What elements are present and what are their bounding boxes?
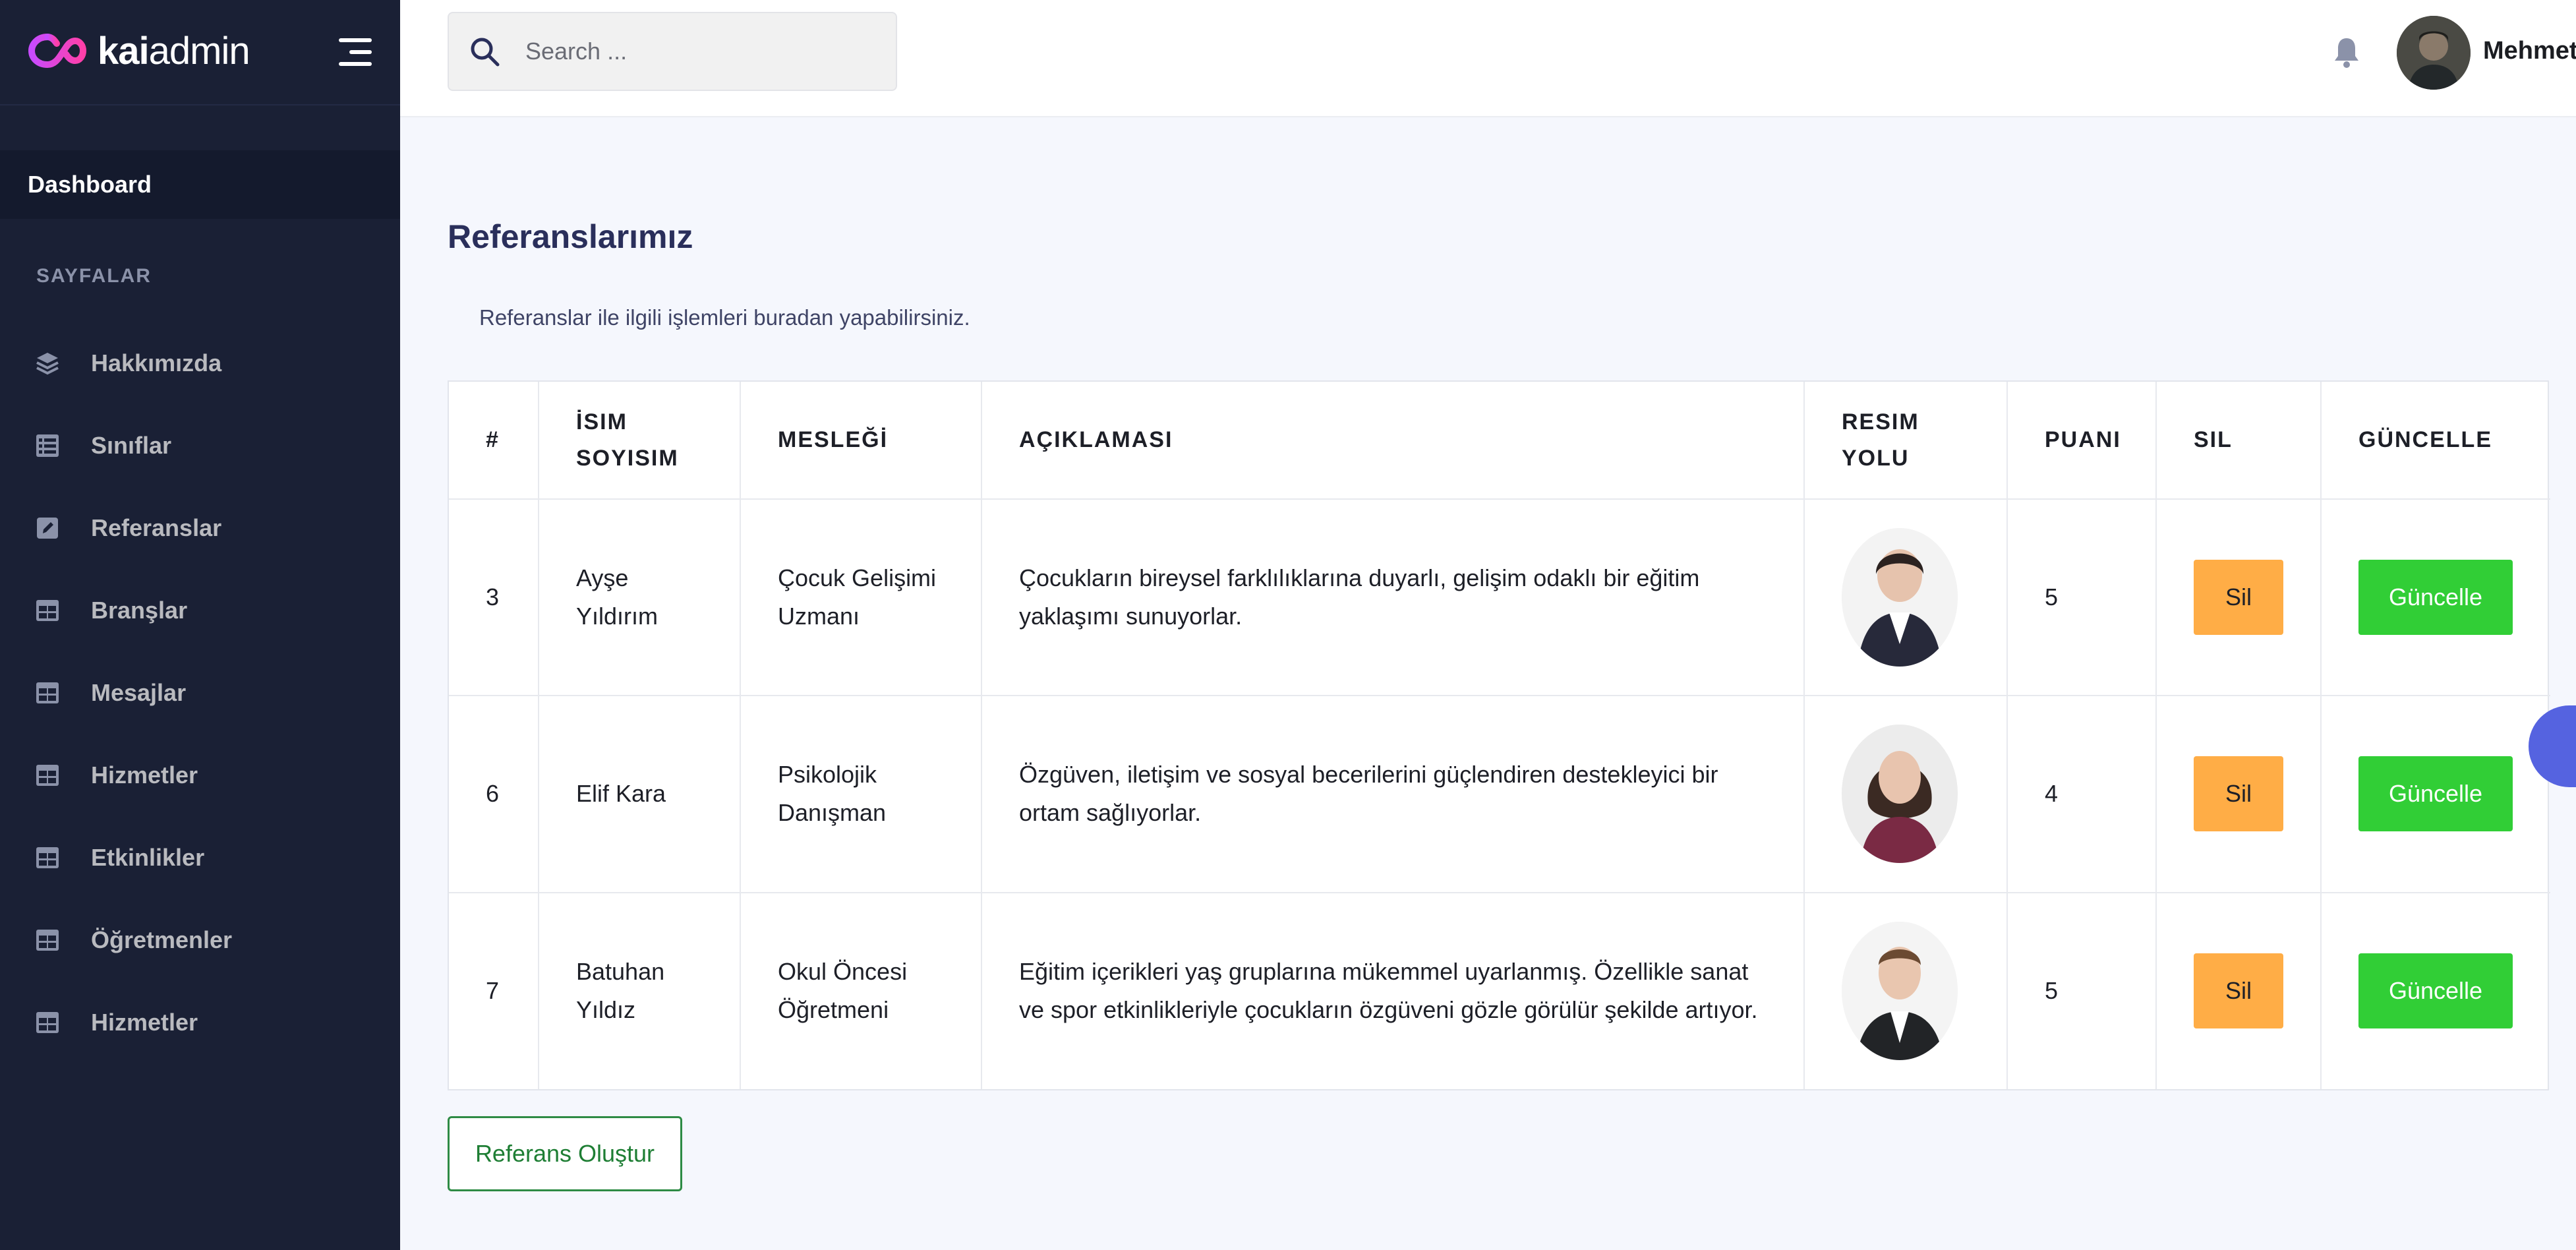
sidebar-item-label: Öğretmenler bbox=[91, 926, 233, 953]
sidebar-item-hakkimizda[interactable]: Hakkımızda bbox=[0, 322, 400, 404]
delete-button[interactable]: Sil bbox=[2194, 756, 2283, 832]
create-reference-button[interactable]: Referans Oluştur bbox=[448, 1116, 682, 1191]
column-header: # bbox=[449, 382, 539, 500]
reference-photo bbox=[1842, 922, 1958, 1061]
cell-delete: Sil bbox=[2156, 892, 2322, 1089]
table-list-icon bbox=[33, 431, 62, 460]
table-row: 3 Ayşe Yıldırım Çocuk Gelişimi Uzmanı Ço… bbox=[449, 499, 2550, 697]
page-description: Referanslar ile ilgili işlemleri buradan… bbox=[479, 305, 970, 330]
kaiadmin-logo-icon bbox=[28, 34, 87, 69]
table-header-row: # İSIM SOYISIM MESLEĞİ AÇIKLAMASI RESIM … bbox=[449, 382, 2550, 500]
column-header: MESLEĞİ bbox=[740, 382, 982, 500]
cell-job: Çocuk Gelişimi Uzmanı bbox=[740, 499, 982, 697]
cell-delete: Sil bbox=[2156, 499, 2322, 697]
column-header: SIL bbox=[2156, 382, 2322, 500]
delete-button[interactable]: Sil bbox=[2194, 953, 2283, 1029]
cell-image bbox=[1804, 696, 2008, 893]
page-title: Referanslarımız bbox=[448, 218, 693, 255]
cell-update: Güncelle bbox=[2321, 696, 2550, 893]
sidebar-item-label: Hizmetler bbox=[91, 1008, 198, 1036]
cell-score: 4 bbox=[2007, 696, 2157, 893]
column-header: GÜNCELLE bbox=[2321, 382, 2550, 500]
cell-job: Okul Öncesi Öğretmeni bbox=[740, 892, 982, 1089]
sidebar-item-etkinlikler[interactable]: Etkinlikler bbox=[0, 816, 400, 899]
cell-image bbox=[1804, 499, 2008, 697]
cell-name: Elif Kara bbox=[539, 696, 741, 893]
sidebar-item-siniflar[interactable]: Sınıflar bbox=[0, 404, 400, 487]
search-icon[interactable] bbox=[469, 36, 500, 67]
update-button[interactable]: Güncelle bbox=[2358, 756, 2513, 832]
sidebar-item-hizmetler[interactable]: Hizmetler bbox=[0, 734, 400, 816]
sidebar-item-mesajlar[interactable]: Mesajlar bbox=[0, 651, 400, 734]
sidebar: kaiadmin Dashboard SAYFALAR Hakkımızda S… bbox=[0, 0, 400, 1250]
cell-update: Güncelle bbox=[2321, 499, 2550, 697]
cell-name: Batuhan Yıldız bbox=[539, 892, 741, 1089]
table-icon bbox=[33, 761, 62, 790]
cell-score: 5 bbox=[2007, 499, 2157, 697]
table-icon bbox=[33, 843, 62, 872]
table-icon bbox=[33, 678, 62, 707]
column-header: İSIM SOYISIM bbox=[539, 382, 741, 500]
column-header: AÇIKLAMASI bbox=[981, 382, 1805, 500]
sidebar-item-label: Referanslar bbox=[91, 514, 222, 541]
column-header: RESIM YOLU bbox=[1804, 382, 2008, 500]
table-row: 7 Batuhan Yıldız Okul Öncesi Öğretmeni E… bbox=[449, 892, 2550, 1089]
sidebar-item-label: Mesajlar bbox=[91, 678, 187, 706]
cell-description: Çocukların bireysel farklılıklarına duya… bbox=[981, 499, 1805, 697]
sidebar-item-dashboard[interactable]: Dashboard bbox=[0, 150, 400, 219]
avatar[interactable] bbox=[2397, 16, 2471, 90]
sidebar-item-label: Hizmetler bbox=[91, 761, 198, 789]
reference-photo bbox=[1842, 725, 1958, 864]
cell-description: Özgüven, iletişim ve sosyal becerilerini… bbox=[981, 696, 1805, 893]
sidebar-item-label: Branşlar bbox=[91, 596, 188, 624]
sidebar-item-hizmetler-2[interactable]: Hizmetler bbox=[0, 981, 400, 1063]
layers-icon bbox=[33, 349, 62, 378]
update-button[interactable]: Güncelle bbox=[2358, 560, 2513, 636]
sidebar-item-label: Hakkımızda bbox=[91, 349, 222, 376]
sidebar-item-label: Etkinlikler bbox=[91, 843, 205, 871]
cell-update: Güncelle bbox=[2321, 893, 2550, 1089]
cell-image bbox=[1804, 892, 2008, 1089]
cell-id: 3 bbox=[449, 499, 539, 697]
menu-toggle-icon[interactable] bbox=[339, 38, 372, 66]
search-box[interactable] bbox=[448, 12, 897, 91]
search-input[interactable] bbox=[525, 38, 868, 65]
sidebar-item-branslar[interactable]: Branşlar bbox=[0, 569, 400, 651]
table-row: 6 Elif Kara Psikolojik Danışman Özgüven,… bbox=[449, 696, 2550, 893]
user-name[interactable]: Mehmet bbox=[2483, 37, 2576, 65]
cell-delete: Sil bbox=[2156, 696, 2322, 893]
update-button[interactable]: Güncelle bbox=[2358, 953, 2513, 1029]
brand-name: kaiadmin bbox=[98, 29, 250, 73]
bell-icon[interactable] bbox=[2329, 34, 2364, 70]
cell-name: Ayşe Yıldırım bbox=[539, 499, 741, 697]
reference-photo bbox=[1842, 528, 1958, 667]
sidebar-item-referanslar[interactable]: Referanslar bbox=[0, 487, 400, 569]
sidebar-item-label: Sınıflar bbox=[91, 431, 172, 459]
delete-button[interactable]: Sil bbox=[2194, 560, 2283, 636]
sidebar-section-title: SAYFALAR bbox=[36, 265, 152, 287]
table-icon bbox=[33, 1008, 62, 1037]
cell-description: Eğitim içerikleri yaş gruplarına mükemme… bbox=[981, 892, 1805, 1089]
table-icon bbox=[33, 926, 62, 955]
logo-bar: kaiadmin bbox=[0, 0, 400, 105]
column-header: PUANI bbox=[2007, 382, 2157, 500]
cell-job: Psikolojik Danışman bbox=[740, 696, 982, 893]
brand-logo[interactable]: kaiadmin bbox=[28, 28, 250, 74]
cell-id: 7 bbox=[449, 892, 539, 1089]
table-icon bbox=[33, 596, 62, 625]
references-table: # İSIM SOYISIM MESLEĞİ AÇIKLAMASI RESIM … bbox=[448, 380, 2550, 1090]
top-header: Mehmet bbox=[400, 0, 2576, 117]
cell-score: 5 bbox=[2007, 892, 2157, 1089]
sidebar-item-ogretmenler[interactable]: Öğretmenler bbox=[0, 899, 400, 981]
pen-square-icon bbox=[33, 514, 62, 543]
sidebar-nav: Hakkımızda Sınıflar Referanslar Branşlar… bbox=[0, 322, 400, 1063]
cell-id: 6 bbox=[449, 696, 539, 893]
